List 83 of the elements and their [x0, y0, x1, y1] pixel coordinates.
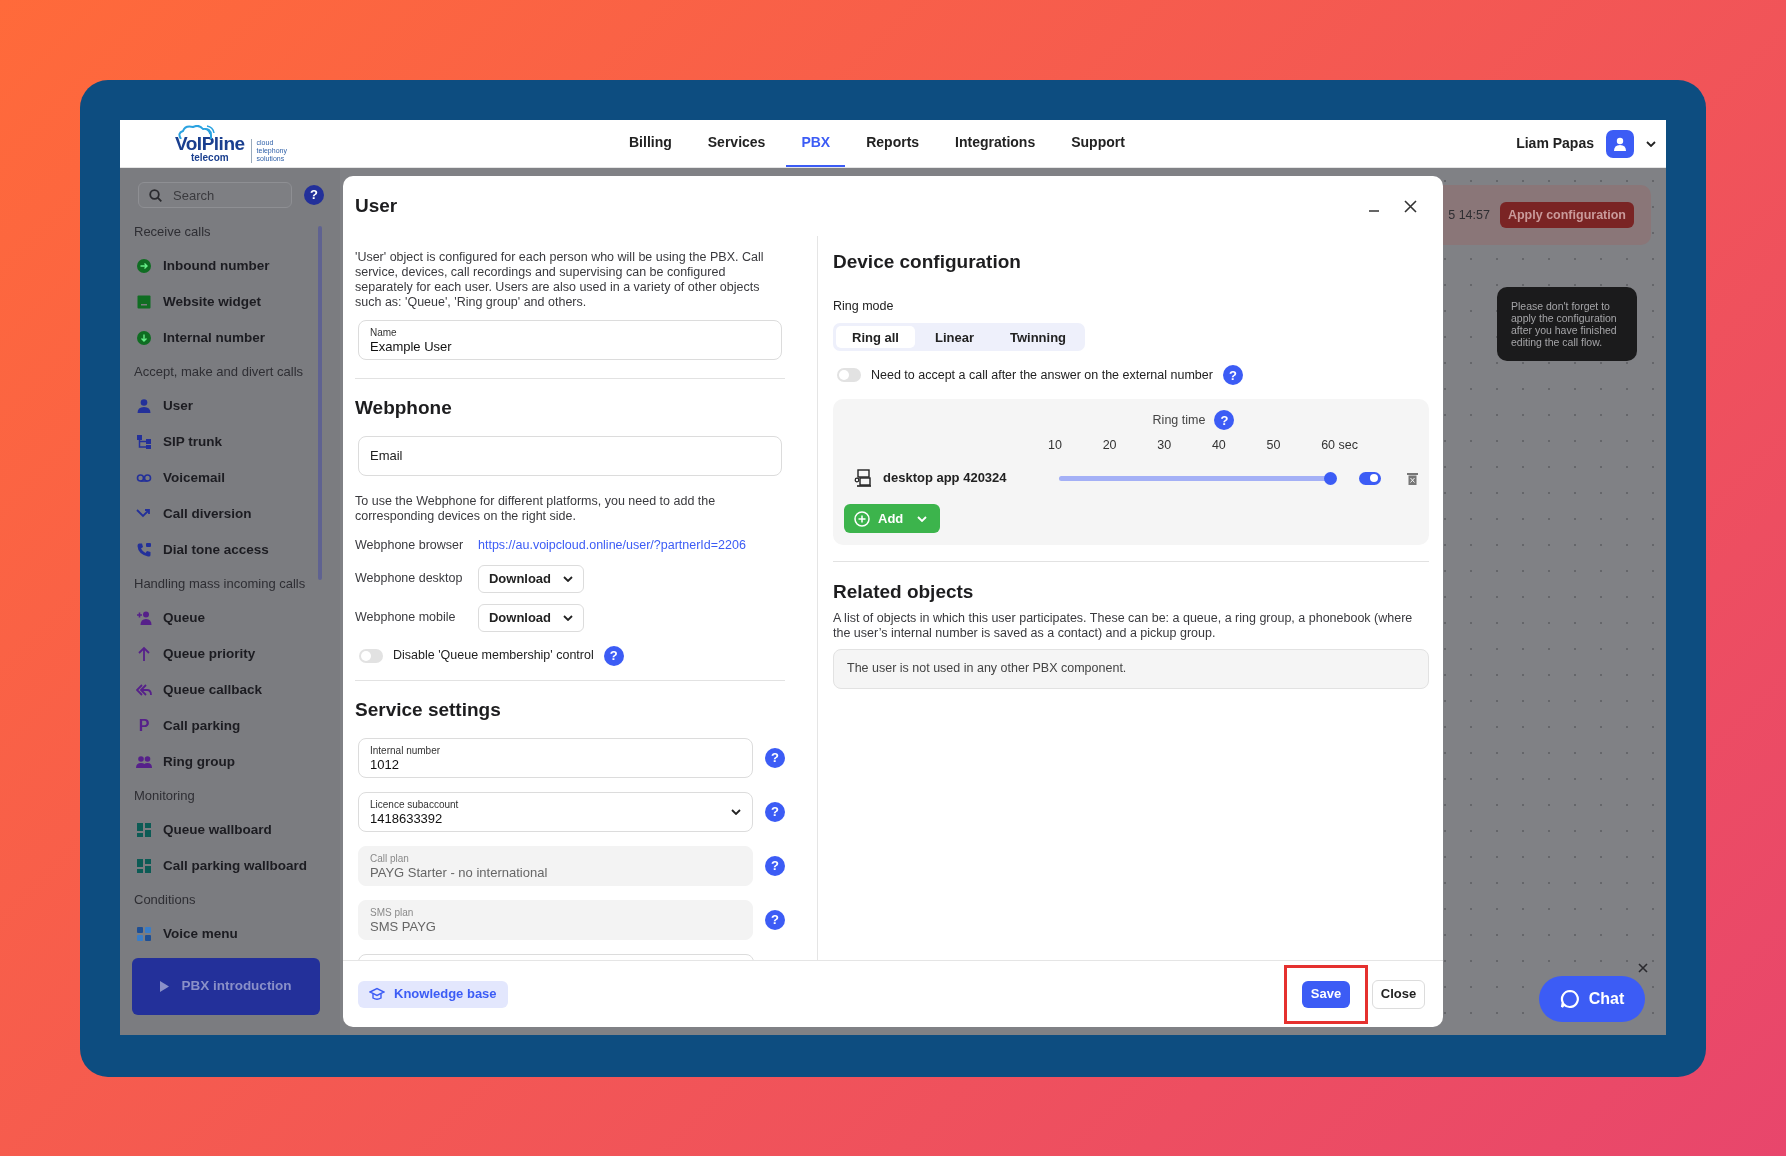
- toggle-label: Disable 'Queue membership' control: [393, 647, 594, 665]
- add-button[interactable]: Add: [844, 504, 940, 533]
- sidebar-item[interactable]: SIP trunk: [134, 424, 332, 460]
- download-button[interactable]: Download: [478, 603, 584, 632]
- help-button[interactable]: ?: [1222, 365, 1243, 386]
- sidebar-item[interactable]: Voice menu: [134, 916, 332, 952]
- field-label: Webphone mobile: [355, 609, 457, 627]
- sidebar-item[interactable]: Ring group: [134, 744, 332, 780]
- help-button[interactable]: ?: [1214, 410, 1235, 431]
- section-title: Monitoring: [134, 787, 196, 806]
- nav-tab[interactable]: Reports: [851, 120, 935, 167]
- parking-icon: P: [136, 718, 152, 734]
- input-field: Call plan PAYG Starter - no international: [358, 846, 753, 886]
- tick-label: 20: [1102, 437, 1117, 455]
- nav-tab[interactable]: Services: [692, 120, 781, 167]
- sidebar-item[interactable]: Website widget: [134, 284, 332, 320]
- help-button[interactable]: ?: [765, 748, 785, 768]
- sidebar-item[interactable]: Call diversion: [134, 496, 332, 532]
- hint-text: To use the Webphone for different platforms, you need to add the corresponding devices on the right side.: [355, 493, 717, 524]
- section-heading: Device configuration: [833, 250, 1022, 274]
- sidebar-item[interactable]: Dial tone access: [134, 532, 332, 568]
- sidebar-item[interactable]: User: [134, 388, 332, 424]
- input-field[interactable]: Name Example User: [358, 320, 782, 360]
- dialog-title: User: [355, 193, 398, 218]
- nav-tab[interactable]: Integrations: [940, 120, 1051, 167]
- field-label: Webphone browser: [355, 537, 465, 555]
- email-field[interactable]: Email: [358, 435, 782, 476]
- field-label: Ring mode: [833, 297, 895, 315]
- knowledge-base-button[interactable]: Knowledge base: [358, 980, 508, 1008]
- segment-tab[interactable]: Linear: [918, 326, 990, 349]
- timestamp: 5 14:57: [1448, 206, 1490, 224]
- sidebar-item[interactable]: Call parking wallboard: [134, 848, 332, 884]
- help-button[interactable]: ?: [304, 185, 324, 205]
- input-field[interactable]: Internal number 1012: [358, 738, 753, 778]
- sidebar-item[interactable]: Queue priority: [134, 636, 332, 672]
- tick-label: 10: [1048, 437, 1062, 455]
- sidebar-item[interactable]: Queue wallboard: [134, 812, 332, 848]
- sidebar-item[interactable]: P Call parking: [134, 708, 332, 744]
- tick-label: 50: [1266, 437, 1281, 455]
- column-heading: Ring time: [1152, 411, 1206, 429]
- sidebar-item[interactable]: Voicemail: [134, 460, 332, 496]
- section-heading: Webphone: [355, 396, 453, 420]
- segment-tab[interactable]: Ring all: [836, 326, 915, 349]
- sidebar-item[interactable]: Inbound number: [134, 248, 332, 284]
- download-button[interactable]: Download: [478, 564, 584, 593]
- apply-button[interactable]: Apply configuration: [1499, 202, 1634, 228]
- logo-subtitle: telecom: [190, 152, 229, 163]
- field-label: Webphone desktop: [355, 570, 464, 588]
- description: 'User' object is configured for each person who will be using the PBX. Call service, devices, call recordings and supervising can be configured separately for each user. Users are also used in a variety of other objects such as: 'Queue', 'Ring group' and others.: [355, 250, 765, 310]
- input-field: SMS plan SMS PAYG: [358, 900, 753, 940]
- close-button[interactable]: Close: [1372, 979, 1425, 1009]
- section-heading: Service settings: [355, 697, 502, 722]
- sidebar-item[interactable]: Internal number: [134, 320, 332, 356]
- search-field[interactable]: Search: [138, 182, 292, 208]
- section-title: Conditions: [134, 891, 197, 910]
- nav-tab[interactable]: Billing: [614, 120, 687, 167]
- logo-wordmark: VoIPline: [175, 133, 245, 153]
- toggle-label: Need to accept a call after the answer on the external number: [871, 366, 1213, 384]
- help-button[interactable]: ?: [765, 856, 785, 876]
- section-title: Accept, make and divert calls: [134, 363, 305, 382]
- select-field[interactable]: Licence subaccount 1418633392: [358, 792, 753, 832]
- sidebar-item[interactable]: Queue callback: [134, 672, 332, 708]
- tick-label: 30: [1157, 437, 1172, 455]
- help-button[interactable]: ?: [765, 910, 785, 930]
- intro-button[interactable]: PBX introduction: [132, 958, 320, 1015]
- segment-tab[interactable]: Twinning: [993, 326, 1083, 349]
- section-title: Handling mass incoming calls: [134, 575, 307, 594]
- empty-state: The user is not used in any other PBX component.: [833, 648, 1429, 689]
- help-button[interactable]: ?: [765, 802, 785, 822]
- device-name: desktop app 420324: [883, 469, 1008, 488]
- nav-tab[interactable]: Support: [1056, 120, 1140, 167]
- section-title: Receive calls: [134, 223, 212, 242]
- link[interactable]: https://au.voipcloud.online/user/?partnerId=2206: [478, 536, 746, 555]
- tooltip: Please don't forget to apply the configuration after you have finished editing the call flow.: [1497, 287, 1637, 361]
- section-heading: Related objects: [833, 580, 975, 604]
- user-name: Liam Papas: [1516, 134, 1594, 153]
- description: A list of objects in which this user participates. These can be: a queue, a ring group, a phonebook (where the user’s internal number is saved as a contact) and a pickup group.: [833, 610, 1414, 641]
- help-button[interactable]: ?: [603, 645, 624, 666]
- save-button[interactable]: Save: [1302, 980, 1350, 1008]
- tick-label: 40: [1211, 437, 1226, 455]
- chat-button[interactable]: Chat: [1539, 976, 1645, 1022]
- sidebar-item[interactable]: Queue: [134, 600, 332, 636]
- tick-label: 60 sec: [1321, 437, 1358, 455]
